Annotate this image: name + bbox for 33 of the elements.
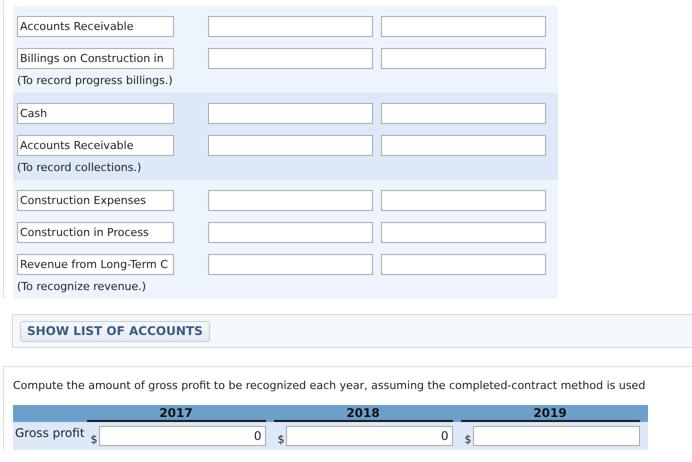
entry-note: (To record progress billings.) [17, 74, 174, 89]
credit-field[interactable] [381, 222, 546, 243]
show-accounts-button[interactable]: SHOW LIST OF ACCOUNTS [20, 320, 210, 342]
account-field[interactable]: Billings on Construction in [17, 48, 174, 69]
account-field[interactable]: Construction Expenses [17, 190, 174, 211]
credit-field[interactable] [381, 103, 546, 124]
amount-field[interactable] [472, 426, 640, 446]
account-field[interactable]: Accounts Receivable [17, 16, 174, 37]
account-field[interactable]: Cash [17, 103, 174, 124]
account-field[interactable]: Construction in Process [17, 222, 174, 243]
debit-field[interactable] [208, 103, 373, 124]
debit-field[interactable] [208, 190, 373, 211]
currency-sign: $ [464, 433, 473, 446]
credit-field[interactable] [381, 135, 546, 156]
debit-field[interactable] [208, 48, 373, 69]
debit-field[interactable] [208, 222, 373, 243]
question-text: Compute the amount of gross profit to be recognized each year, assuming the completed-contract method is used [13, 379, 646, 392]
account-field[interactable]: Accounts Receivable [17, 135, 174, 156]
currency-sign: $ [276, 433, 286, 446]
credit-field[interactable] [381, 254, 546, 275]
amount-field[interactable]: 0 [286, 426, 453, 446]
credit-field[interactable] [381, 190, 546, 211]
account-field[interactable]: Revenue from Long-Term C [17, 254, 174, 275]
entry-note: (To recognize revenue.) [17, 280, 148, 295]
row-label: Gross profit [13, 422, 87, 450]
debit-field[interactable] [208, 16, 373, 37]
amount-field[interactable]: 0 [98, 426, 266, 446]
currency-sign: $ [90, 433, 99, 446]
credit-field[interactable] [381, 16, 546, 37]
debit-field[interactable] [208, 135, 373, 156]
debit-field[interactable] [208, 254, 373, 275]
credit-field[interactable] [381, 48, 546, 69]
entry-note: (To record collections.) [17, 161, 142, 176]
